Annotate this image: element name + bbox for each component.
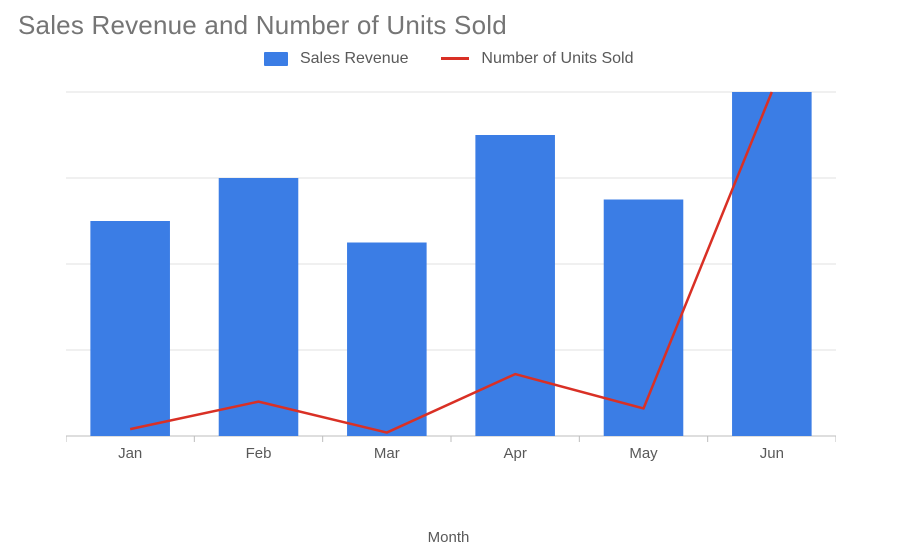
chart-svg: 02000400060008000010002000300040005000Ja…: [66, 86, 836, 466]
legend-swatch-bar-icon: [264, 52, 288, 66]
x-axis-label: Month: [0, 529, 897, 546]
chart-title: Sales Revenue and Number of Units Sold: [18, 10, 507, 41]
legend-label-line: Number of Units Sold: [481, 50, 633, 67]
legend-swatch-line-icon: [441, 57, 469, 60]
plot-area: 02000400060008000010002000300040005000Ja…: [66, 86, 836, 466]
svg-text:Apr: Apr: [503, 445, 526, 462]
legend-item-line: Number of Units Sold: [441, 50, 634, 68]
svg-text:May: May: [629, 445, 658, 462]
legend-item-bar: Sales Revenue: [264, 50, 409, 68]
svg-text:Mar: Mar: [374, 445, 400, 462]
svg-text:Jan: Jan: [118, 445, 142, 462]
chart-container: Sales Revenue and Number of Units Sold S…: [0, 0, 897, 554]
legend-label-bar: Sales Revenue: [300, 50, 409, 67]
svg-text:Jun: Jun: [760, 445, 784, 462]
svg-text:Feb: Feb: [246, 445, 272, 462]
legend: Sales Revenue Number of Units Sold: [0, 50, 897, 68]
